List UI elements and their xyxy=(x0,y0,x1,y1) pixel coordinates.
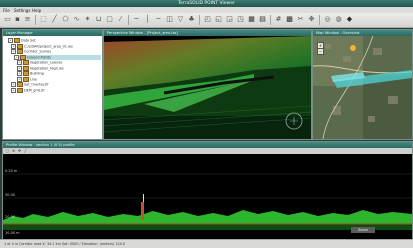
tree-item-label: Sat_Overlay.tif xyxy=(24,82,49,87)
ruler-icon[interactable]: ╱ xyxy=(50,15,59,24)
ortho-icon[interactable]: ▤ xyxy=(258,15,267,24)
folder-icon xyxy=(14,38,20,43)
profile-select-icon[interactable]: ▢ xyxy=(5,148,10,153)
tree-item-label: Building xyxy=(30,71,44,76)
map-view[interactable]: Map Window - Overview + − xyxy=(312,29,413,140)
tree-panel-title: Layer Manager xyxy=(3,30,102,36)
menu-file[interactable]: File xyxy=(3,8,10,13)
tree-icon[interactable]: ♣ xyxy=(187,15,196,24)
tree-item[interactable]: + Building xyxy=(17,71,101,76)
zoom-button[interactable]: Zoom xyxy=(351,227,375,233)
tree-item[interactable]: + Vegetation_High.las xyxy=(17,65,101,71)
tree-item-label: Ground Points xyxy=(27,55,51,59)
perspective-view[interactable]: Perspective Window - [Project_area.las] xyxy=(103,29,312,140)
profile-y-label-1: 0.25 m xyxy=(5,169,18,173)
folder-icon xyxy=(17,43,23,49)
tree-item[interactable]: + DEM_grid.tif xyxy=(11,87,101,93)
folder-icon xyxy=(23,76,29,82)
layer-tree-panel: Layer Manager + Data Set + C:/LiDAR/project… xyxy=(2,29,103,140)
classify-icon[interactable]: ◱ xyxy=(214,15,223,24)
profile-y-label-2: 30.00 xyxy=(5,193,15,197)
open-folder-icon[interactable]: ▭ xyxy=(3,15,12,24)
level-icon[interactable]: ┄ xyxy=(154,15,163,24)
profile-y-label-3: 20.00 xyxy=(5,215,15,219)
tree-item[interactable]: + Line xyxy=(17,76,101,82)
tree-item[interactable]: + Sat_Overlay.tif xyxy=(11,82,101,87)
profile-zoom-icon[interactable]: ⊕ xyxy=(11,148,16,153)
filter-icon[interactable]: ▽ xyxy=(176,15,185,24)
tree-item[interactable]: + Vegetation_Low.las xyxy=(17,60,101,65)
vertical-line-icon[interactable]: │ xyxy=(143,15,152,24)
magic-wand-icon[interactable]: ⁄ xyxy=(116,15,125,24)
point-icon[interactable]: ✶ xyxy=(83,15,92,24)
window-title: TerraSOLID POINT Viewer xyxy=(178,1,235,6)
tree-item-label: DEM_grid.tif xyxy=(24,88,45,92)
tree-item-label: Vegetation_High.las xyxy=(30,66,64,70)
grid-icon[interactable]: # xyxy=(274,15,283,24)
region-icon[interactable]: ◲ xyxy=(225,15,234,24)
tree-item-label: Corridor_Survey xyxy=(24,49,52,54)
folder-icon xyxy=(23,65,29,71)
sat-icon[interactable]: ▦ xyxy=(247,15,256,24)
tree-item-label: Vegetation_Low.las xyxy=(30,60,63,65)
horizontal-line-icon[interactable]: ─ xyxy=(132,15,141,24)
location-marker-icon xyxy=(350,45,356,51)
view-icon[interactable]: ◰ xyxy=(203,15,212,24)
tree-item[interactable]: + C:/LiDAR/project_area_01.las xyxy=(11,43,101,49)
folder-icon xyxy=(17,49,23,54)
expand-icon[interactable]: + xyxy=(17,76,22,82)
profile-toolbar: ▢ ⊕ ✥ ╱ xyxy=(3,148,412,154)
select-icon[interactable]: ⬚ xyxy=(39,15,48,24)
expand-icon[interactable]: + xyxy=(11,43,16,49)
expand-icon[interactable]: + xyxy=(17,60,22,65)
tree-item-label: Data Set xyxy=(21,38,36,43)
polyline-icon[interactable]: ∿ xyxy=(72,15,81,24)
polygon-icon[interactable]: ⬠ xyxy=(61,15,70,24)
globe-icon[interactable]: ◍ xyxy=(334,15,343,24)
target-icon[interactable]: ◎ xyxy=(323,15,332,24)
section-icon[interactable]: ⊔ xyxy=(94,15,103,24)
tree-item[interactable]: + Corridor_Survey xyxy=(11,49,101,54)
folder-icon xyxy=(23,71,29,76)
profile-measure-icon[interactable]: ╱ xyxy=(23,148,28,153)
tiles-icon[interactable]: ▩ xyxy=(285,15,294,24)
tree-item[interactable]: + Ground Points xyxy=(14,54,101,60)
folder-icon xyxy=(23,60,29,65)
menu-settings[interactable]: Settings xyxy=(14,8,30,13)
layers-icon[interactable]: ≡ xyxy=(23,15,32,24)
expand-icon[interactable]: + xyxy=(17,65,22,71)
cut-icon[interactable]: ✂ xyxy=(296,15,305,24)
folder-icon xyxy=(17,87,23,93)
expand-icon[interactable]: + xyxy=(8,38,13,43)
surface-icon[interactable]: ◳ xyxy=(236,15,245,24)
expand-icon[interactable]: + xyxy=(17,71,22,76)
point-cloud-3d xyxy=(104,36,311,139)
profile-pan-icon[interactable]: ✥ xyxy=(17,148,22,153)
status-text: 1 of 4 in Corridor area X: 34.2 km Sat: … xyxy=(4,241,126,246)
menu-help[interactable]: Help xyxy=(32,8,41,13)
folder-icon xyxy=(20,54,26,60)
save-icon[interactable]: ▪ xyxy=(13,15,22,24)
expand-icon[interactable]: + xyxy=(14,54,19,60)
tag-icon[interactable]: ◆ xyxy=(345,15,354,24)
expand-icon[interactable]: + xyxy=(11,49,16,54)
pan-icon[interactable]: ✥ xyxy=(307,15,316,24)
zoom-extent-icon[interactable]: ▢ xyxy=(105,15,114,24)
zoom-out-icon[interactable]: − xyxy=(317,48,324,55)
tree-item[interactable]: + Data Set xyxy=(8,38,101,43)
toolbar: ▭ ▪ ≡ ⬚ ╱ ⬠ ∿ ✶ ⊔ ▢ ⁄ ─ │ ┄ ◫ ▽ ♣ ◰ ◱ ◲ … xyxy=(0,13,413,28)
tree-item-label: C:/LiDAR/project_area_01.las xyxy=(24,44,73,48)
folder-icon xyxy=(17,82,23,87)
profile-y-label-4: 10.00 m xyxy=(5,231,20,235)
satellite-map xyxy=(313,36,412,139)
expand-icon[interactable]: + xyxy=(11,87,16,93)
color-icon[interactable]: ◫ xyxy=(165,15,174,24)
expand-icon[interactable]: + xyxy=(11,82,16,87)
tree-item-label: Line xyxy=(30,77,38,81)
profile-window[interactable]: Profile Window - section 1 (0.5) profile… xyxy=(2,141,413,240)
